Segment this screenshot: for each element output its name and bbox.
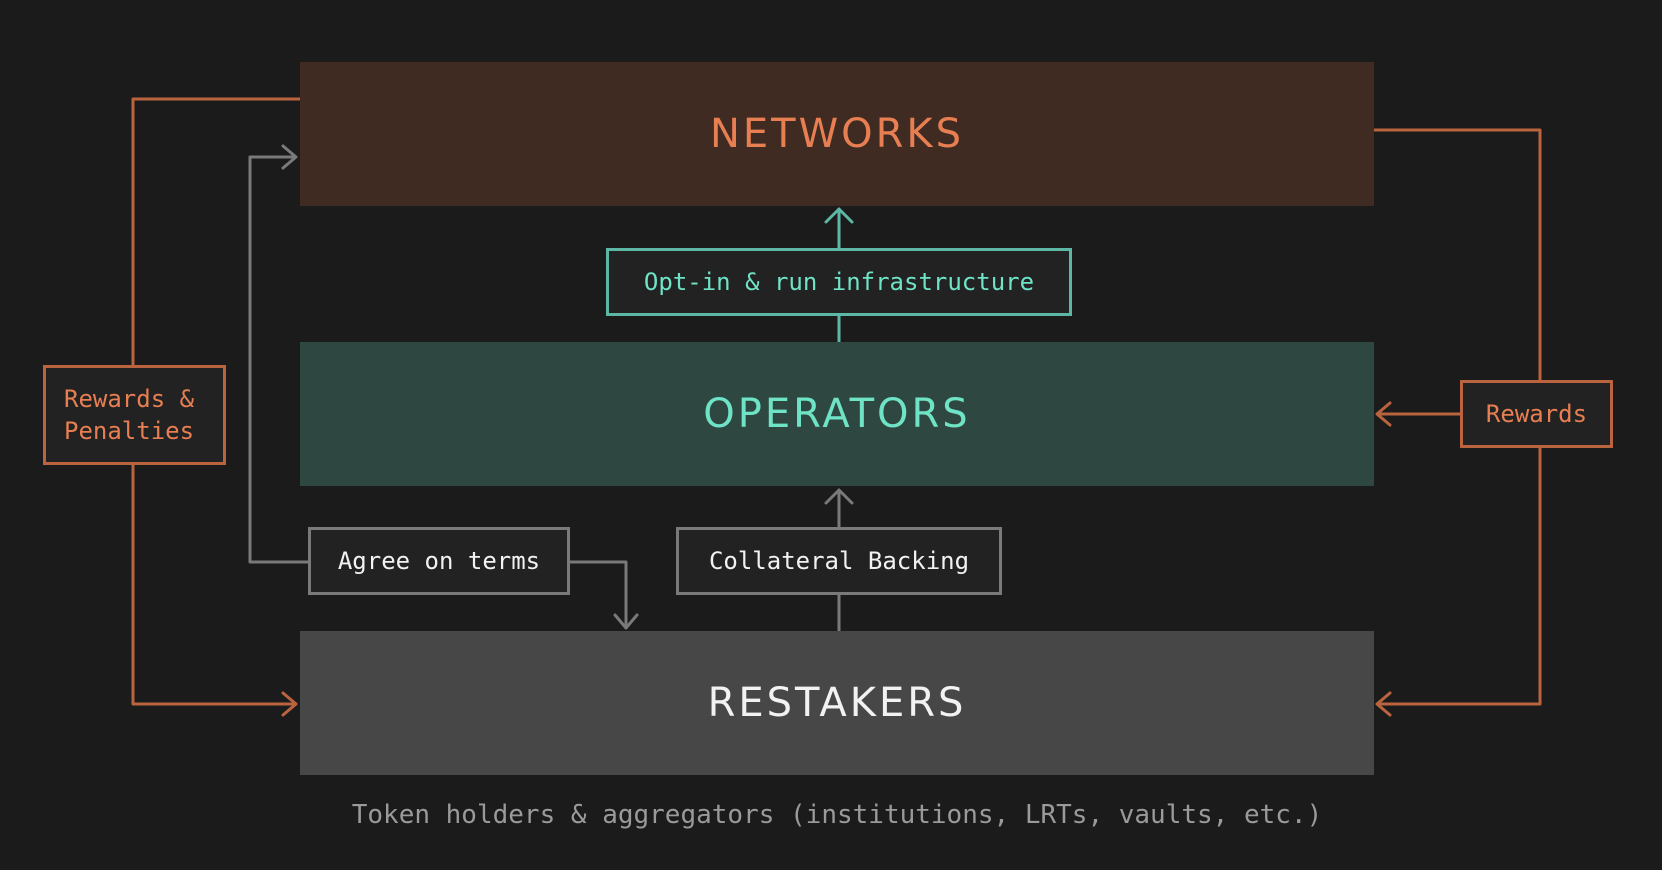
restakers-layer: RESTAKERS — [300, 631, 1374, 775]
networks-title: NETWORKS — [709, 111, 965, 157]
networks-to-rewards-line — [1372, 128, 1542, 382]
opt-in-label-box: Opt-in & run infrastructure — [606, 248, 1072, 316]
rewards-penalties-label-line2: Penalties — [64, 417, 195, 445]
rewards-penalties-label-box: Rewards & Penalties — [43, 365, 226, 465]
rewards-label-box: Rewards — [1460, 380, 1613, 448]
networks-layer: NETWORKS — [300, 62, 1374, 206]
networks-to-rewards-penalties-line — [131, 97, 302, 367]
rewards-penalties-to-restakers-line — [131, 463, 296, 706]
agree-terms-label: Agree on terms — [337, 547, 541, 575]
collateral-label: Collateral Backing — [708, 547, 970, 575]
opt-in-label: Opt-in & run infrastructure — [643, 268, 1035, 296]
restakers-title: RESTAKERS — [707, 680, 967, 726]
operators-title: OPERATORS — [703, 391, 971, 437]
collateral-label-box: Collateral Backing — [676, 527, 1002, 595]
restaking-diagram: NETWORKS OPERATORS RESTAKERS Opt-in & ru… — [0, 0, 1662, 870]
operators-layer: OPERATORS — [300, 342, 1374, 486]
rewards-penalties-label-line1: Rewards & — [64, 385, 195, 413]
rewards-to-restakers-line — [1376, 446, 1542, 706]
rewards-label: Rewards — [1485, 400, 1588, 428]
agree-terms-label-box: Agree on terms — [308, 527, 570, 595]
restakers-caption: Token holders & aggregators (institution… — [351, 800, 1323, 830]
